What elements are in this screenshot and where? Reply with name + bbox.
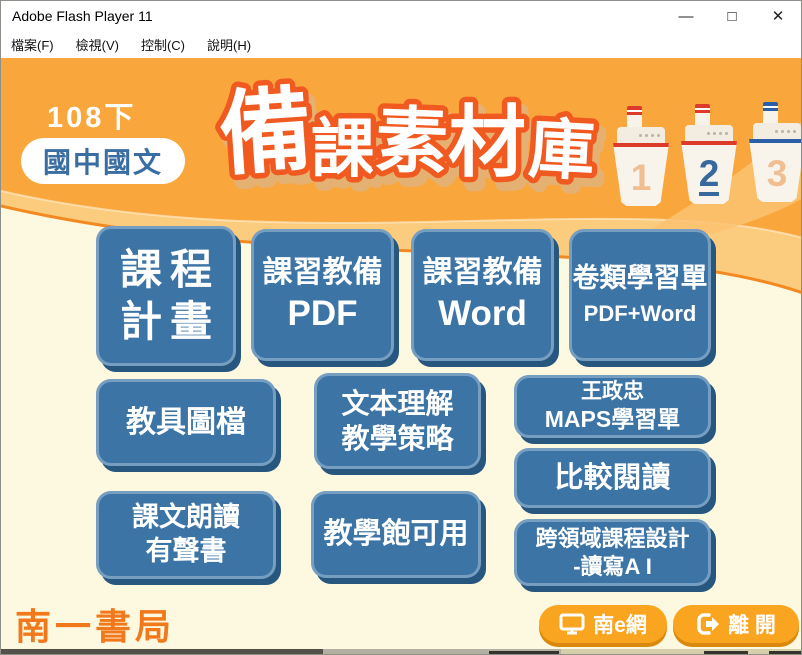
btn-maps-worksheets[interactable]: 王政忠 MAPS學習單	[514, 375, 711, 438]
svg-text:材: 材	[448, 98, 526, 186]
btn-text-comprehension[interactable]: 文本理解 教學策略	[314, 373, 481, 469]
btn-course-plan[interactable]: 課程 計畫	[96, 226, 236, 366]
ship-cabin-icon	[685, 125, 733, 141]
btn-teaching-ready[interactable]: 教學飽可用	[311, 491, 481, 578]
publisher-logo: 南一書局	[15, 598, 175, 649]
ship-hull-icon: 3	[749, 139, 802, 202]
menu-help[interactable]: 說明(H)	[207, 35, 251, 54]
btn-workbook-pdf[interactable]: 課習教備 PDF	[251, 229, 394, 361]
ship-volume-3[interactable]: 3	[749, 102, 802, 202]
ship-volume-1[interactable]: 1	[613, 106, 669, 206]
menu-file[interactable]: 檔案(F)	[11, 35, 54, 54]
svg-text:素: 素	[374, 101, 449, 183]
volume-1-number[interactable]: 1	[631, 159, 652, 196]
app-title: 備 課 素 材 庫 備 課 素 材 庫	[213, 64, 613, 199]
nan-e-web-button[interactable]: 南e網	[539, 605, 667, 643]
close-button[interactable]: ✕	[755, 1, 801, 31]
btn-comparative-reading[interactable]: 比較閱讀	[514, 448, 711, 508]
btn-exam-worksheets[interactable]: 卷類學習單 PDF+Word	[569, 229, 711, 361]
svg-text:庫: 庫	[527, 111, 597, 188]
flash-stage: 備 課 素 材 庫 備 課 素 材 庫 108下 國中國文	[1, 58, 802, 649]
window-controls: — □ ✕	[663, 1, 801, 31]
exit-arrow-icon	[696, 612, 720, 636]
ship-cabin-icon	[753, 123, 801, 139]
subject-badge: 國中國文	[21, 138, 185, 184]
flash-player-window: Adobe Flash Player 11 — □ ✕ 檔案(F) 檢視(V) …	[0, 0, 802, 655]
exit-button[interactable]: 離 開	[673, 605, 799, 643]
menubar: 檔案(F) 檢視(V) 控制(C) 說明(H)	[1, 31, 801, 58]
volume-3-number[interactable]: 3	[767, 155, 788, 192]
maximize-button[interactable]: □	[709, 1, 755, 31]
svg-text:課: 課	[311, 113, 375, 185]
semester-label: 108下	[47, 94, 136, 136]
btn-crossdomain-reading-ai[interactable]: 跨領域課程設計 -讀寫A I	[514, 519, 711, 586]
background-window-sliver	[1, 649, 802, 655]
minimize-button[interactable]: —	[663, 1, 709, 31]
btn-teaching-aids[interactable]: 教具圖檔	[96, 379, 276, 466]
window-title: Adobe Flash Player 11	[12, 8, 153, 24]
volume-2-number-active[interactable]: 2	[699, 155, 720, 196]
svg-text:備: 備	[216, 79, 315, 187]
ship-volume-2[interactable]: 2	[681, 104, 737, 204]
menu-view[interactable]: 檢視(V)	[76, 35, 119, 54]
volume-ships: 1 2 3	[613, 102, 802, 204]
ship-hull-icon: 2	[681, 141, 737, 204]
ship-cabin-icon	[617, 127, 665, 143]
ship-hull-icon: 1	[613, 143, 669, 206]
monitor-icon	[559, 613, 585, 635]
btn-workbook-word[interactable]: 課習教備 Word	[411, 229, 554, 361]
btn-audio-textbook[interactable]: 課文朗讀 有聲書	[96, 491, 276, 579]
menu-control[interactable]: 控制(C)	[141, 35, 185, 54]
